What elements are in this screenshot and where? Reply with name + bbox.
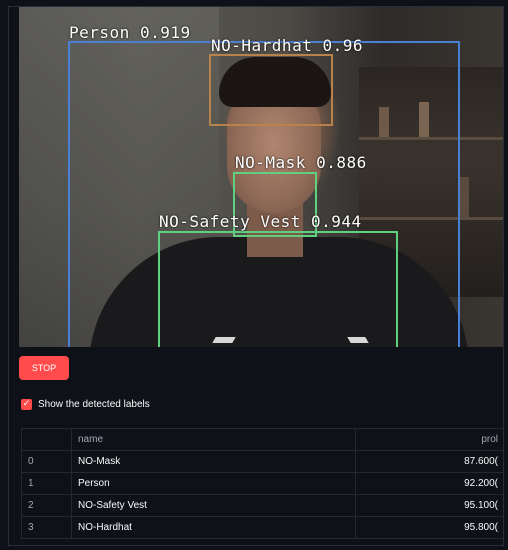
table-cell-index: 2 <box>21 494 72 517</box>
no-hardhat-detection-label: NO-Hardhat 0.96 <box>211 36 363 55</box>
table-cell-prob: 92.200( <box>355 472 503 495</box>
table-header-row: name prol <box>21 428 503 451</box>
table-cell-index: 1 <box>21 472 72 495</box>
table-row: 0 NO-Mask 87.600( <box>21 450 503 473</box>
no-safety-vest-bounding-box <box>158 231 398 347</box>
person-detection-label: Person 0.919 <box>69 23 191 42</box>
table-cell-name: NO-Safety Vest <box>71 494 356 517</box>
table-row: 1 Person 92.200( <box>21 472 503 495</box>
app-frame: Person 0.919 NO-Hardhat 0.96 NO-Mask 0.8… <box>8 6 504 546</box>
table-cell-prob: 87.600( <box>355 450 503 473</box>
no-safety-vest-detection-label: NO-Safety Vest 0.944 <box>159 212 362 231</box>
webcam-video-feed: Person 0.919 NO-Hardhat 0.96 NO-Mask 0.8… <box>19 7 503 347</box>
table-cell-index: 0 <box>21 450 72 473</box>
table-cell-prob: 95.800( <box>355 516 503 539</box>
table-cell-prob: 95.100( <box>355 494 503 517</box>
stop-button[interactable]: STOP <box>19 356 69 380</box>
show-labels-checkbox[interactable]: ✓ <box>21 399 32 410</box>
table-row: 2 NO-Safety Vest 95.100( <box>21 494 503 517</box>
no-mask-detection-label: NO-Mask 0.886 <box>235 153 367 172</box>
table-header-prob[interactable]: prol <box>355 428 503 451</box>
table-cell-name: NO-Hardhat <box>71 516 356 539</box>
table-cell-index: 3 <box>21 516 72 539</box>
show-labels-checkbox-label[interactable]: Show the detected labels <box>38 399 150 410</box>
table-cell-name: Person <box>71 472 356 495</box>
table-header-name[interactable]: name <box>71 428 356 451</box>
table-cell-name: NO-Mask <box>71 450 356 473</box>
detected-labels-table: name prol 0 NO-Mask 87.600( 1 Person 92.… <box>21 428 503 539</box>
table-header-index[interactable] <box>21 428 72 451</box>
table-row: 3 NO-Hardhat 95.800( <box>21 516 503 539</box>
no-hardhat-bounding-box <box>209 54 333 126</box>
show-labels-checkbox-row[interactable]: ✓ Show the detected labels <box>21 399 150 410</box>
